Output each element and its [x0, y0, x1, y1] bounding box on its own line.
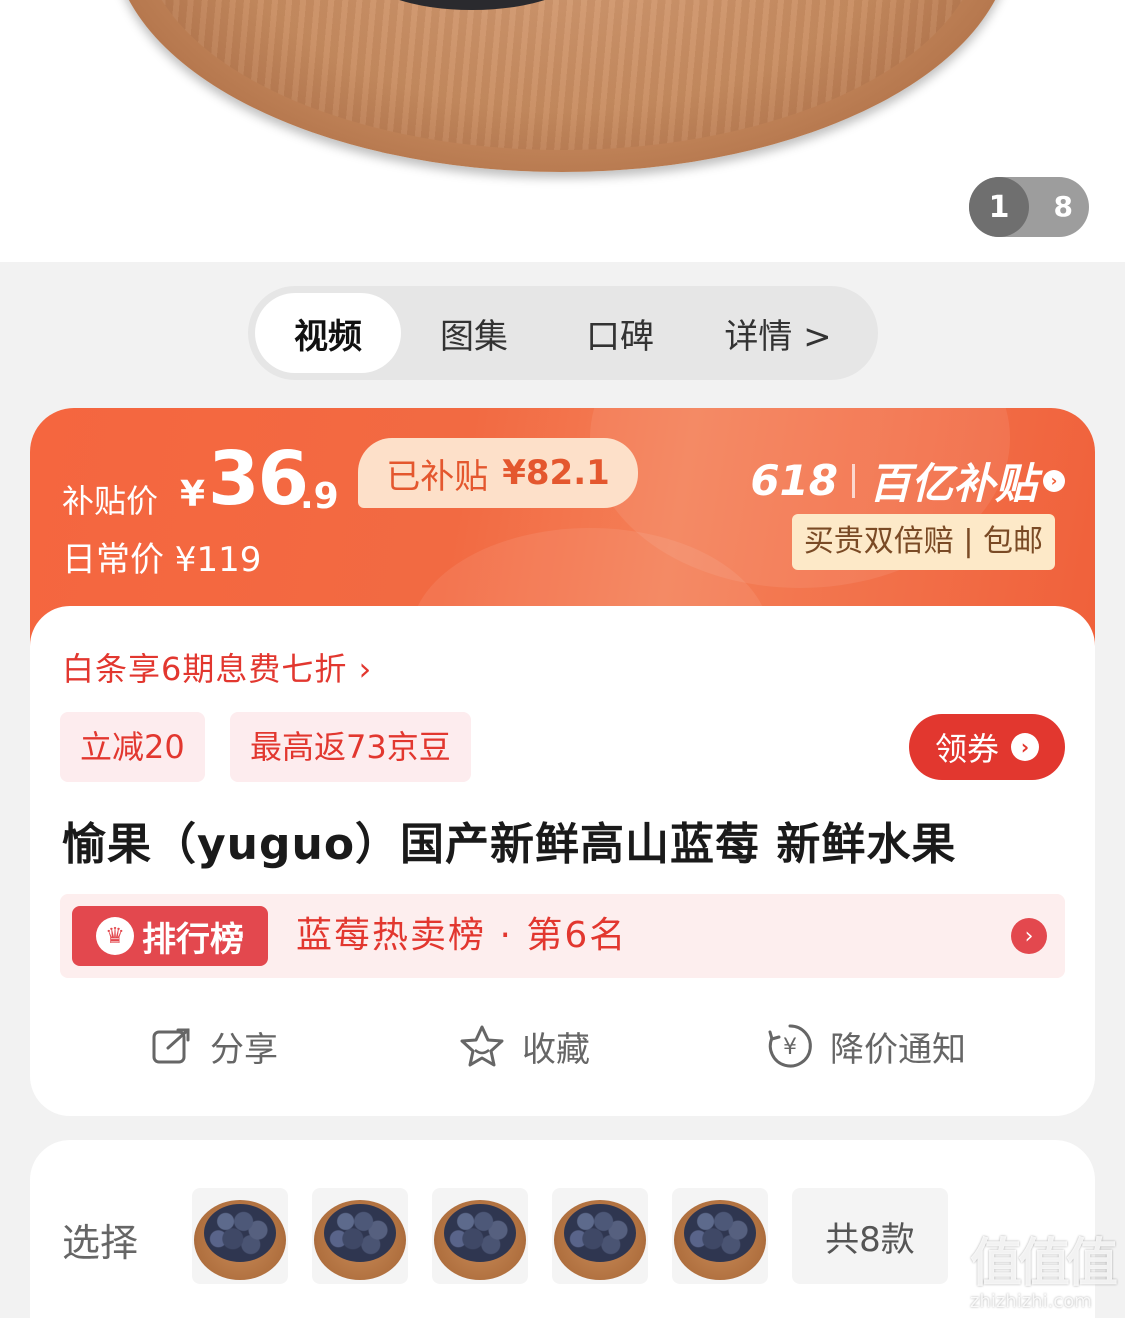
ranking-badge-label: 排行榜 — [142, 919, 244, 960]
product-info-card: 白条享6期息费七折 › 立减20 最高返73京豆 领券 › 愉果（yuguo）国… — [30, 606, 1095, 1116]
ranking-badge: ♛ 排行榜 — [72, 906, 268, 966]
favorite-button[interactable]: 收藏 — [458, 1006, 590, 1086]
subsidy-amount-pill: 已补贴 ¥82.1 — [358, 438, 638, 508]
discount-tag[interactable]: 立减20 — [60, 712, 205, 782]
star-icon — [458, 1023, 506, 1069]
ranking-banner[interactable]: ♛ 排行榜 蓝莓热卖榜 · 第6名 › — [60, 894, 1065, 978]
variant-thumbnail[interactable] — [312, 1188, 408, 1284]
price-currency: ¥ — [180, 474, 206, 515]
get-coupon-button[interactable]: 领券 › — [909, 714, 1065, 780]
chevron-right-icon: › — [1011, 733, 1039, 761]
watermark-logo: 值值值 — [970, 1234, 1118, 1294]
media-tabs: 视频 图集 口碑 详情 > — [248, 286, 878, 380]
trophy-icon: ♛ — [96, 917, 134, 955]
coupon-label: 领券 — [934, 730, 999, 768]
product-photo — [112, 0, 1012, 172]
product-image-carousel[interactable]: 1 8 — [0, 0, 1125, 262]
price-integer: 36 — [208, 436, 309, 522]
selected-variant-text: 甄选 ⋯ 含 ⋯ 件 — [190, 1308, 717, 1318]
ranking-text: 蓝莓热卖榜 · 第6名 — [296, 915, 628, 956]
daily-price: 日常价 ¥119 — [62, 540, 262, 580]
watermark-url: zhizhizhi.com — [970, 1291, 1092, 1312]
price-decimal: .9 — [300, 476, 339, 517]
tab-gallery[interactable]: 图集 — [401, 293, 547, 373]
jingdou-tag[interactable]: 最高返73京豆 — [230, 712, 471, 782]
variant-selection-card[interactable]: 选择 共8款 甄选 ⋯ 含 ⋯ 件 — [30, 1140, 1095, 1318]
select-label: 选择 — [62, 1221, 139, 1265]
tab-video[interactable]: 视频 — [255, 293, 401, 373]
share-label: 分享 — [210, 1029, 278, 1070]
price-alert-label: 降价通知 — [830, 1029, 966, 1070]
price-alert-icon: ¥ — [766, 1022, 814, 1070]
action-bar: 分享 收藏 ¥ 降价通知 — [30, 1006, 1095, 1086]
share-icon — [150, 1024, 194, 1068]
pager-current: 1 — [969, 177, 1029, 237]
subsidy-prefix: 已补贴 — [386, 456, 489, 497]
favorite-label: 收藏 — [522, 1029, 590, 1070]
variant-thumbnail[interactable] — [192, 1188, 288, 1284]
price-alert-button[interactable]: ¥ 降价通知 — [766, 1006, 966, 1086]
pager-total: 8 — [1053, 190, 1073, 223]
tab-details[interactable]: 详情 > — [693, 293, 863, 373]
image-pager: 1 8 — [969, 177, 1089, 237]
share-button[interactable]: 分享 — [150, 1006, 278, 1086]
site-watermark: 值值值 zhizhizhi.com — [970, 1236, 1118, 1314]
variant-thumbnail[interactable] — [552, 1188, 648, 1284]
brand-divider — [851, 463, 855, 498]
variant-thumbnail[interactable] — [432, 1188, 528, 1284]
variant-thumbnail[interactable] — [672, 1188, 768, 1284]
brand-name: 百亿补贴 — [868, 459, 1037, 508]
subsidy-price-label: 补贴价 — [62, 482, 159, 520]
product-title: 愉果（yuguo）国产新鲜高山蓝莓 新鲜水果 — [62, 819, 957, 870]
tab-reviews[interactable]: 口碑 — [547, 293, 693, 373]
brand-618: 618 — [750, 456, 838, 505]
variant-count[interactable]: 共8款 — [792, 1188, 948, 1284]
billion-subsidy-brand[interactable]: 618 百亿补贴 › — [750, 450, 1065, 511]
subsidy-amount: ¥82.1 — [502, 453, 610, 493]
chevron-right-icon: › — [1043, 469, 1065, 492]
chevron-right-icon: › — [1011, 918, 1047, 954]
guarantee-badge: 买贵双倍赔 | 包邮 — [791, 514, 1055, 570]
svg-text:¥: ¥ — [783, 1035, 797, 1060]
baitiao-promo-link[interactable]: 白条享6期息费七折 › — [62, 644, 372, 690]
